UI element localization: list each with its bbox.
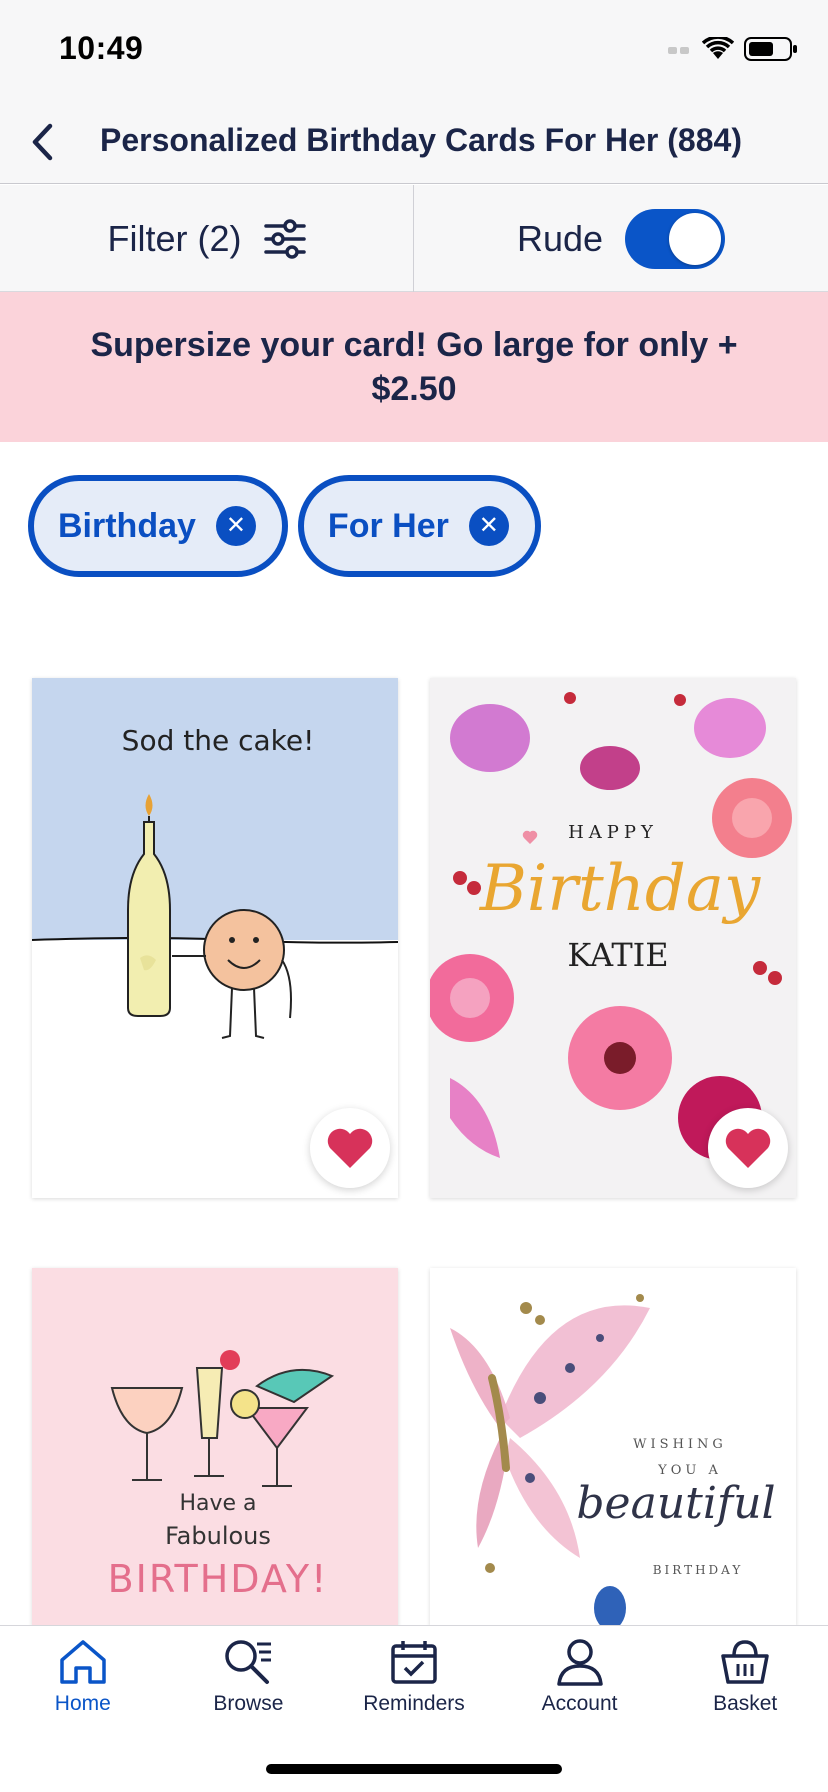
card-sod-the-cake[interactable]: Sod the cake! (32, 678, 398, 1198)
status-time: 10:49 (59, 30, 144, 66)
active-filter-chips: Birthday ✕ For Her ✕ (28, 475, 541, 577)
account-icon (556, 1639, 603, 1686)
nav-label: Basket (713, 1692, 778, 1715)
card-caption: BIRTHDAY! (108, 1557, 329, 1601)
nav-label: Account (541, 1692, 618, 1715)
home-indicator (266, 1764, 562, 1774)
card-artwork: Have a Fabulous BIRTHDAY! (32, 1268, 398, 1626)
rude-toggle-row: Rude (414, 185, 828, 292)
favorite-button[interactable] (310, 1108, 390, 1188)
nav-reminders[interactable]: Reminders (331, 1638, 497, 1736)
card-caption: YOU A (657, 1463, 722, 1478)
card-beautiful-birthday[interactable]: WISHING YOU A beautiful BIRTHDAY (430, 1268, 796, 1626)
card-artwork: WISHING YOU A beautiful BIRTHDAY (430, 1268, 796, 1626)
page-title: Personalized Birthday Cards For Her (884… (100, 122, 742, 158)
close-icon[interactable]: ✕ (468, 506, 509, 546)
card-caption: Birthday (479, 852, 761, 926)
card-caption: BIRTHDAY (653, 1563, 744, 1577)
status-bar: 10:49 (0, 0, 828, 100)
browse-icon (225, 1640, 272, 1684)
nav-browse[interactable]: Browse (166, 1638, 332, 1736)
back-button[interactable] (20, 120, 64, 164)
chevron-left-icon (32, 123, 53, 161)
nav-home[interactable]: Home (0, 1638, 166, 1736)
card-caption: HAPPY (568, 822, 658, 843)
battery-icon (744, 37, 797, 61)
status-icons (668, 36, 798, 62)
card-caption: WISHING (633, 1437, 727, 1452)
nav-label: Browse (213, 1692, 284, 1715)
nav-account[interactable]: Account (497, 1638, 663, 1736)
favorite-button[interactable] (708, 1108, 788, 1188)
chip-for-her[interactable]: For Her ✕ (297, 475, 541, 577)
filter-label: Filter (2) (107, 217, 242, 259)
basket-icon (721, 1640, 769, 1684)
chip-label: For Her (327, 506, 449, 545)
card-caption: Sod the cake! (122, 724, 315, 757)
heart-icon (327, 1128, 373, 1168)
chip-label: Birthday (58, 506, 196, 545)
signal-icon (668, 47, 689, 54)
wifi-icon (702, 37, 734, 59)
chip-birthday[interactable]: Birthday ✕ (28, 475, 288, 577)
toggle-knob (669, 212, 722, 265)
card-happy-birthday-katie[interactable]: HAPPY Birthday KATIE (430, 678, 796, 1198)
sliders-icon (263, 218, 306, 259)
rude-toggle-label: Rude (516, 217, 604, 259)
nav-basket[interactable]: Basket (662, 1638, 828, 1736)
card-caption: Fabulous (165, 1522, 271, 1550)
rude-toggle[interactable] (625, 208, 726, 269)
calendar-icon (391, 1641, 437, 1684)
nav-label: Reminders (363, 1692, 465, 1715)
promo-banner[interactable]: Supersize your card! Go large for only +… (0, 292, 828, 442)
card-caption: KATIE (567, 936, 668, 974)
header-bar: Personalized Birthday Cards For Her (884… (0, 100, 828, 184)
heart-icon (725, 1128, 771, 1168)
nav-label: Home (54, 1692, 111, 1715)
card-caption: beautiful (576, 1478, 775, 1529)
close-icon[interactable]: ✕ (215, 506, 256, 546)
home-icon (60, 1640, 106, 1684)
promo-text: Supersize your card! Go large for only +… (90, 326, 738, 408)
filter-row: Filter (2) Rude (0, 185, 828, 292)
card-caption: Have a (179, 1491, 256, 1516)
card-fabulous-birthday[interactable]: Have a Fabulous BIRTHDAY! (32, 1268, 398, 1626)
filter-button[interactable]: Filter (2) (0, 185, 414, 292)
